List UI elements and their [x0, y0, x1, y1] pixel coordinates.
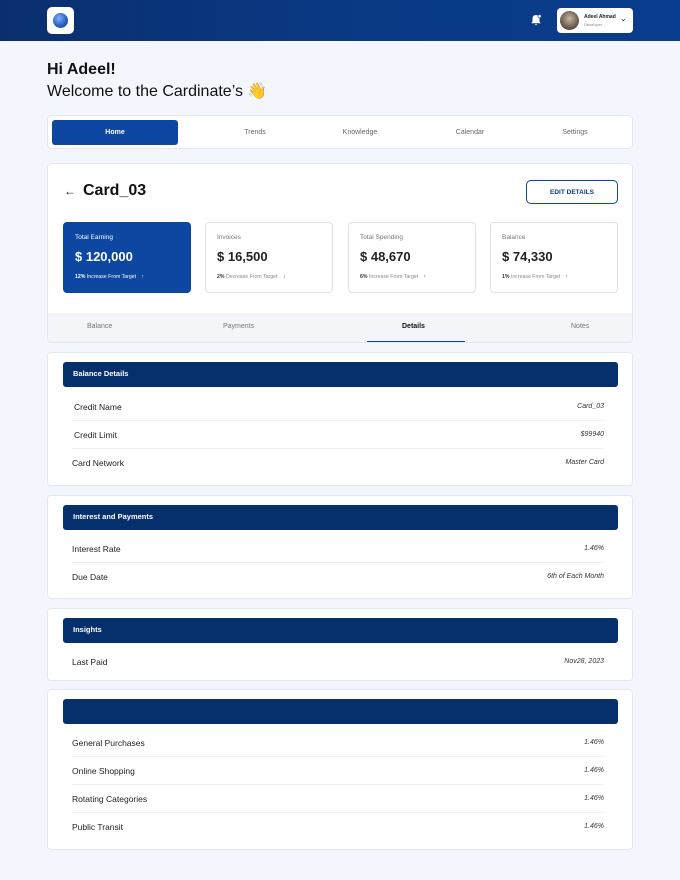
section-header: Interest and Payments [63, 505, 618, 530]
row-value: Card_03 [577, 403, 604, 410]
stat-percent: 1% [502, 274, 510, 280]
stat-note: 6% Increase From Target ↑ [360, 274, 426, 280]
section-title: Balance Details [73, 369, 129, 378]
section-header [63, 699, 618, 724]
row-value: 1.46% [584, 823, 604, 830]
stat-total-spending[interactable]: Total Spending $ 48,670 6% Increase From… [348, 222, 476, 293]
detail-row: Public Transit 1.46% [72, 813, 604, 841]
edit-details-button[interactable]: EDIT DETAILS [526, 180, 618, 204]
detail-tabs: Balance Payments Details Notes [48, 313, 632, 342]
welcome-message: Welcome to the Cardinate’s 👋 [47, 83, 268, 100]
stat-value: $ 48,670 [360, 249, 411, 264]
insights-section: Insights Last Paid Nov28, 2023 [47, 608, 633, 681]
arrow-down-icon: ↓ [282, 274, 286, 280]
row-value: 1.46% [584, 739, 604, 746]
tab-balance[interactable]: Balance [87, 323, 112, 330]
row-value: 6th of Each Month [547, 573, 604, 580]
top-bar: Adeel Ahmad Developer ⌄ [0, 0, 680, 41]
main-nav: Home Trends Knowledge Calendar Settings [47, 115, 633, 149]
nav-home[interactable]: Home [52, 120, 178, 145]
arrow-up-icon: ↑ [141, 274, 145, 280]
chevron-down-icon[interactable]: ⌄ [620, 14, 627, 23]
stat-value: $ 120,000 [75, 249, 133, 264]
stat-label: Total Earning [75, 234, 113, 241]
stat-percent: 6% [360, 274, 368, 280]
row-label: Due Date [72, 572, 108, 582]
detail-row: Credit Name Card_03 [72, 393, 604, 421]
section-header: Balance Details [63, 362, 618, 387]
detail-row: General Purchases 1.46% [72, 729, 604, 757]
detail-row: Due Date 6th of Each Month [72, 563, 604, 591]
detail-row: Rotating Categories 1.46% [72, 785, 604, 813]
row-value: Master Card [565, 459, 604, 466]
detail-row: Interest Rate 1.46% [72, 535, 604, 563]
stat-invoices[interactable]: Invoices $ 16,500 2% Decrease From Targe… [205, 222, 333, 293]
row-label: Card Network [72, 458, 124, 468]
stat-note-text: Increase From Target [86, 274, 137, 280]
row-label: Public Transit [72, 822, 124, 832]
detail-row: Online Shopping 1.46% [72, 757, 604, 785]
tab-payments[interactable]: Payments [223, 323, 254, 330]
stat-percent: 2% [217, 274, 225, 280]
user-menu[interactable]: Adeel Ahmad Developer ⌄ [557, 8, 633, 33]
row-label: Online Shopping [72, 766, 135, 776]
nav-knowledge[interactable]: Knowledge [297, 120, 423, 145]
app-logo[interactable] [47, 7, 74, 34]
row-label: General Purchases [72, 738, 145, 748]
stat-note-text: Increase From Target [368, 274, 419, 280]
balance-details-section: Balance Details Credit Name Card_03 Cred… [47, 352, 633, 486]
categories-section: General Purchases 1.46% Online Shopping … [47, 689, 633, 850]
row-value: Nov28, 2023 [564, 658, 604, 665]
arrow-up-icon: ↑ [423, 274, 427, 280]
row-value: 1.46% [584, 795, 604, 802]
stat-percent: 12% [75, 274, 86, 280]
stat-note: 12% Increase From Target ↑ [75, 274, 144, 280]
avatar [560, 11, 579, 30]
stat-value: $ 16,500 [217, 249, 268, 264]
stat-note-text: Increase From Target [510, 274, 561, 280]
notification-bell-icon[interactable] [529, 13, 543, 27]
detail-row: Card Network Master Card [72, 449, 604, 477]
arrow-up-icon: ↑ [565, 274, 569, 280]
back-arrow-icon[interactable]: ← [64, 184, 76, 198]
stat-note: 2% Decrease From Target ↓ [217, 274, 286, 280]
user-name: Adeel Ahmad [584, 14, 616, 20]
card-panel: ← Card_03 EDIT DETAILS Total Earning $ 1… [47, 163, 633, 343]
stat-note: 1% Increase From Target ↑ [502, 274, 568, 280]
stat-total-earning[interactable]: Total Earning $ 120,000 12% Increase Fro… [63, 222, 191, 293]
interest-payments-section: Interest and Payments Interest Rate 1.46… [47, 495, 633, 599]
section-title: Insights [73, 625, 102, 634]
detail-row: Last Paid Nov28, 2023 [72, 648, 604, 676]
row-label: Last Paid [72, 657, 108, 667]
row-value: $99940 [580, 431, 604, 438]
greeting: Hi Adeel! [47, 61, 116, 78]
row-value: 1.46% [584, 545, 604, 552]
stat-balance[interactable]: Balance $ 74,330 1% Increase From Target… [490, 222, 618, 293]
section-title: Interest and Payments [73, 512, 154, 521]
tab-notes[interactable]: Notes [571, 323, 589, 330]
card-title: Card_03 [83, 182, 147, 199]
row-label: Interest Rate [72, 544, 121, 554]
nav-settings[interactable]: Settings [512, 120, 638, 145]
row-label: Rotating Categories [72, 794, 148, 804]
stat-note-text: Decrease From Target [225, 274, 278, 280]
stat-label: Balance [502, 234, 526, 241]
detail-row: Credit Limit $99940 [72, 421, 604, 449]
tab-details[interactable]: Details [402, 323, 425, 330]
stat-value: $ 74,330 [502, 249, 553, 264]
row-value: 1.46% [584, 767, 604, 774]
stat-label: Total Spending [360, 234, 404, 241]
section-header: Insights [63, 618, 618, 643]
logo-mark-icon [53, 13, 68, 28]
user-role: Developer [584, 22, 603, 27]
row-label: Credit Limit [74, 430, 117, 440]
stat-label: Invoices [217, 234, 241, 241]
active-tab-indicator [367, 341, 465, 342]
row-label: Credit Name [74, 402, 122, 412]
